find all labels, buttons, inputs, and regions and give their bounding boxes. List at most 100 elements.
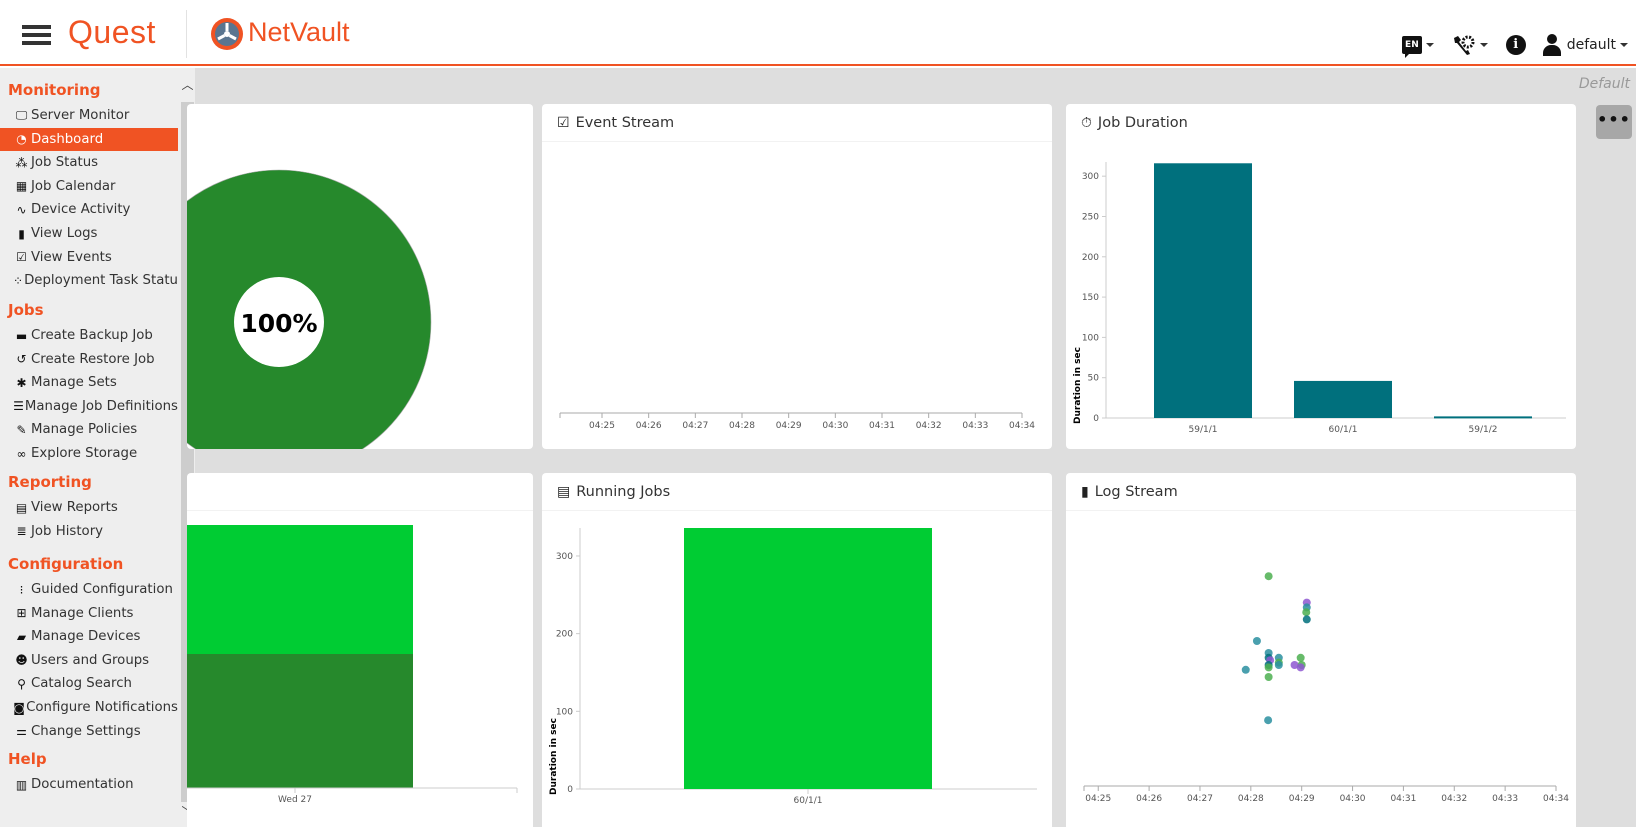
x-tick-label: 04:30 xyxy=(1340,794,1366,804)
sidebar-section-jobs: Jobs xyxy=(8,301,44,319)
x-tick-label: 04:31 xyxy=(1390,794,1416,804)
sidebar-item-create-backup-job[interactable]: ▬ Create Backup Job xyxy=(0,324,178,347)
sidebar-item-manage-devices[interactable]: ▰ Manage Devices xyxy=(0,625,178,648)
panel-job-history-stacked: Wed 27 xyxy=(187,473,533,833)
documentation-icon: ▥ xyxy=(15,777,28,792)
bar-59/1/1 xyxy=(1154,163,1252,418)
sidebar-item-job-calendar[interactable]: ▦ Job Calendar xyxy=(0,175,178,198)
sidebar-item-job-status[interactable]: ⁂ Job Status xyxy=(0,151,178,174)
sidebar-item-job-history[interactable]: ≣ Job History xyxy=(0,520,178,543)
chevron-down-icon xyxy=(1620,43,1628,47)
stacked-bar-segment-lower xyxy=(187,654,413,788)
info-button[interactable]: i xyxy=(1505,35,1526,55)
activity-pulse-icon: ∿ xyxy=(16,202,27,217)
sidebar-item-deployment-task-status[interactable]: ⁘ Deployment Task Status xyxy=(0,269,178,292)
puzzle-icon: ✱ xyxy=(16,375,27,390)
sidebar-item-label: Guided Configuration xyxy=(31,582,173,597)
sidebar-item-manage-policies[interactable]: ✎ Manage Policies xyxy=(0,418,178,441)
scatter-point[interactable] xyxy=(1264,663,1273,672)
x-tick-label: 04:28 xyxy=(1238,794,1264,804)
sidebar-item-view-logs[interactable]: ▮ View Logs xyxy=(0,222,178,245)
panel-job-duration: ⏱ Job Duration 0 50 100 150 200 250 300 Duratio… xyxy=(1066,104,1576,449)
scatter-point[interactable] xyxy=(1296,663,1305,672)
x-tick-label: 04:34 xyxy=(1009,421,1035,431)
scroll-up-icon[interactable]: ︿ xyxy=(180,76,195,92)
sidebar-item-label: Job Calendar xyxy=(31,178,116,194)
sidebar-item-create-restore-job[interactable]: ↺ Create Restore Job xyxy=(0,348,178,371)
x-tick-label: 04:25 xyxy=(589,421,615,431)
sidebar-item-label: View Reports xyxy=(31,500,118,515)
x-tick-label: 04:30 xyxy=(822,421,848,431)
sidebar-item-label: Manage Sets xyxy=(31,375,117,391)
y-tick-label: 0 xyxy=(567,785,573,795)
sidebar-item-configure-notifications[interactable]: ◙ Configure Notifications xyxy=(0,696,178,719)
sidebar-item-documentation[interactable]: ▥ Documentation xyxy=(0,773,178,796)
x-tick-label: 04:26 xyxy=(1136,794,1162,804)
y-tick-label: 150 xyxy=(1082,293,1099,303)
sidebar-item-label: Change Settings xyxy=(31,723,141,739)
x-tick-label: 59/1/1 xyxy=(1189,425,1218,435)
sidebar-item-users-and-groups[interactable]: ☻ Users and Groups xyxy=(0,649,178,672)
sidebar-item-server-monitor[interactable]: 🖵 Server Monitor xyxy=(0,104,178,127)
sidebar-section-help: Help xyxy=(8,750,47,768)
y-tick-label: 250 xyxy=(1082,212,1099,222)
dashboard-area: Default ••• 100% ☑ Event Stream 04:25 04:… xyxy=(187,68,1636,833)
x-tick-label: 04:27 xyxy=(682,421,708,431)
log-book-icon: ▮ xyxy=(18,226,25,241)
scatter-point[interactable] xyxy=(1264,572,1273,581)
sidebar-item-label: Explore Storage xyxy=(31,446,138,461)
sidebar-item-catalog-search[interactable]: ⚲ Catalog Search xyxy=(0,672,178,695)
sidebar-item-label: Configure Notifications xyxy=(26,700,178,715)
sidebar-item-guided-configuration[interactable]: ⁝ Guided Configuration xyxy=(0,578,178,601)
quest-logo[interactable]: Quest xyxy=(68,14,156,51)
sidebar-item-manage-sets[interactable]: ✱ Manage Sets xyxy=(0,371,178,394)
x-tick-label: 04:27 xyxy=(1187,794,1213,804)
scatter-point[interactable] xyxy=(1274,661,1283,669)
sidebar-item-manage-clients[interactable]: ⊞ Manage Clients xyxy=(0,602,178,625)
netvault-product-name: NetVault xyxy=(248,17,350,47)
sidebar-item-label: Users and Groups xyxy=(31,652,150,668)
sidebar-item-label: Manage Clients xyxy=(31,605,134,621)
spinner-icon: ⁘ xyxy=(13,273,24,288)
scatter-point[interactable] xyxy=(1264,716,1273,725)
y-tick-label: 200 xyxy=(1082,253,1099,263)
x-tick-label: 04:31 xyxy=(869,421,895,431)
app-header: Quest NetVault EN i default xyxy=(0,0,1636,66)
sidebar-item-dashboard[interactable]: ◔ Dashboard xyxy=(0,127,178,151)
scatter-point[interactable] xyxy=(1264,673,1273,681)
scatter-point[interactable] xyxy=(1241,665,1250,674)
sidebar-item-explore-storage[interactable]: ∞ Explore Storage xyxy=(0,442,178,465)
language-dropdown[interactable]: EN xyxy=(1402,36,1434,58)
sidebar-item-label: View Logs xyxy=(31,226,98,241)
x-tick-label: 04:33 xyxy=(1492,794,1518,804)
scatter-point[interactable] xyxy=(1302,608,1311,617)
user-dropdown[interactable]: default xyxy=(1542,34,1628,56)
traffic-light-icon: ⁂ xyxy=(15,155,28,170)
sidebar-section-monitoring: Monitoring xyxy=(8,81,101,99)
user-icon xyxy=(1542,34,1562,56)
scatter-point[interactable] xyxy=(1252,637,1261,645)
netvault-logo-icon xyxy=(211,18,243,50)
more-options-button[interactable]: ••• xyxy=(1596,105,1632,139)
sidebar-item-view-events[interactable]: ☑ View Events xyxy=(0,246,178,269)
binoculars-icon: ∞ xyxy=(16,446,27,461)
sidebar-item-label: Job History xyxy=(31,523,104,539)
scatter-point[interactable] xyxy=(1302,615,1311,624)
y-tick-label: 200 xyxy=(556,630,573,640)
document-list-icon: ☰ xyxy=(13,399,24,414)
sidebar-item-view-reports[interactable]: ▤ View Reports xyxy=(0,496,178,519)
sidebar-item-label: Catalog Search xyxy=(31,676,132,692)
report-icon: ▤ xyxy=(15,500,28,515)
info-icon: i xyxy=(1505,35,1526,55)
scatter-point[interactable] xyxy=(1296,653,1305,662)
sidebar-item-change-settings[interactable]: ⚌ Change Settings xyxy=(0,720,178,743)
dashboard-view-name: Default xyxy=(1578,76,1630,92)
backup-icon: ▬ xyxy=(15,328,28,343)
x-tick-label: 60/1/1 xyxy=(794,796,823,806)
sidebar-item-device-activity[interactable]: ∿ Device Activity xyxy=(0,198,178,221)
hamburger-menu-button[interactable] xyxy=(22,25,51,45)
sidebar-item-manage-job-definitions[interactable]: ☰ Manage Job Definitions xyxy=(0,395,178,418)
settings-dropdown[interactable] xyxy=(1452,34,1488,56)
sidebar-item-label: Create Restore Job xyxy=(31,351,155,367)
sidebar-item-label: Job Status xyxy=(31,155,99,171)
